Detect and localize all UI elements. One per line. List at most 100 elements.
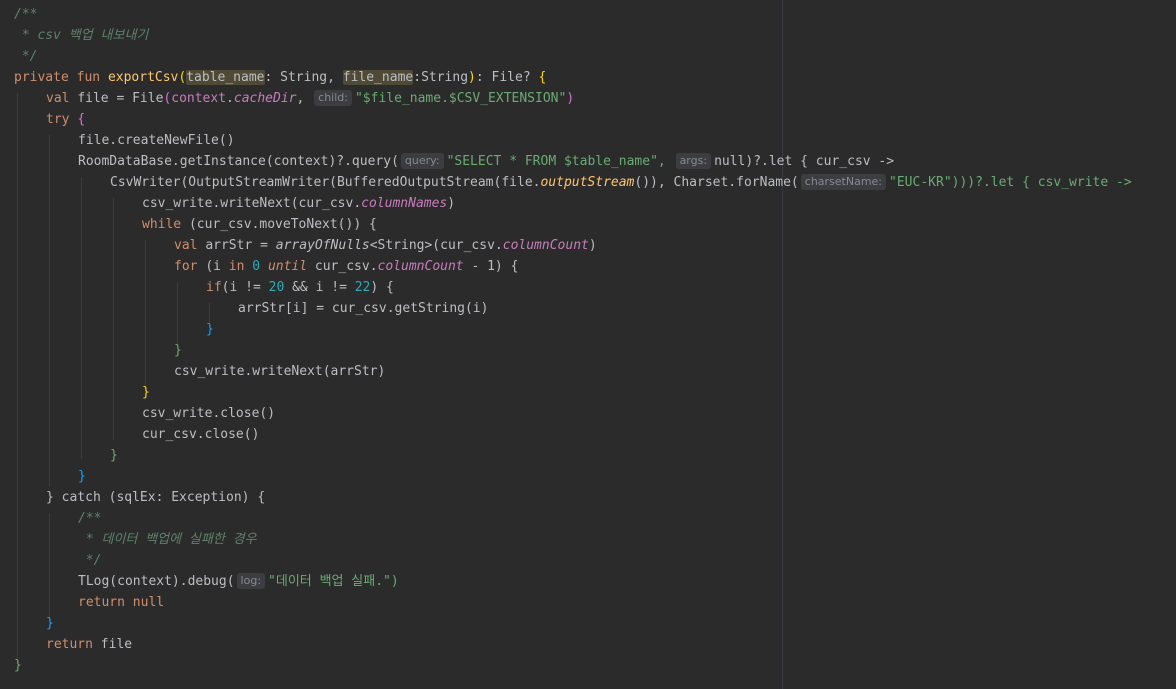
- statement: csv_write.close(): [142, 406, 276, 421]
- function-name: exportCsv: [107, 70, 179, 85]
- identifier: File: [132, 91, 164, 106]
- keyword: val: [46, 91, 70, 106]
- string-literal: "SELECT * FROM $table_name",: [446, 154, 666, 169]
- statement: (cur_csv.moveToNext()) {: [188, 217, 377, 232]
- closing-brace: }: [78, 469, 86, 484]
- doc-comment: /**: [78, 511, 102, 526]
- code-line[interactable]: RoomDataBase.getInstance(context)?.query…: [78, 151, 894, 172]
- code-line[interactable]: }: [14, 655, 22, 676]
- code-line[interactable]: /**: [78, 508, 101, 529]
- statement: csv_write.writeNext(arrStr): [174, 364, 386, 379]
- identifier: file: [100, 637, 133, 652]
- code-line[interactable]: if(i != 20 && i != 22) {: [206, 277, 394, 298]
- string-literal: "데이터 백업 실패."): [268, 574, 399, 589]
- code-line[interactable]: * csv 백업 내보내기: [14, 25, 149, 46]
- code-line[interactable]: CsvWriter(OutputStreamWriter(BufferedOut…: [110, 172, 1132, 193]
- statement: ): [588, 238, 597, 253]
- type: String: [421, 70, 469, 85]
- parameter-hint: args:: [675, 153, 712, 169]
- number-literal: 20: [268, 280, 285, 295]
- code-line[interactable]: } catch (sqlEx: Exception) {: [46, 487, 265, 508]
- code-line[interactable]: return file: [46, 634, 132, 655]
- keyword: if: [206, 280, 222, 295]
- property: cacheDir: [233, 91, 297, 106]
- doc-comment: /**: [14, 7, 38, 22]
- statement: ) {: [370, 280, 394, 295]
- string-literal: "EUC-KR")))?.let { csv_write ->: [889, 175, 1132, 190]
- return-type: File?: [491, 70, 531, 85]
- indent-guide: [17, 93, 18, 663]
- code-editor[interactable]: /** * csv 백업 내보내기 */ private fun exportC…: [0, 0, 1176, 689]
- indent-guide: [81, 177, 82, 459]
- doc-comment: */: [14, 49, 38, 64]
- parameter-hint: query:: [400, 153, 444, 169]
- code-line[interactable]: return null: [78, 592, 164, 613]
- number-literal: 0: [252, 259, 261, 274]
- code-line[interactable]: csv_write.writeNext(arrStr): [174, 361, 385, 382]
- right-margin-guide: [782, 0, 783, 689]
- code-line[interactable]: }: [110, 445, 118, 466]
- parameter-hint: child:: [314, 90, 352, 106]
- code-line[interactable]: }: [78, 466, 86, 487]
- property: columnCount: [502, 238, 589, 253]
- code-line[interactable]: val file = File(context.cacheDir, child:…: [46, 88, 574, 109]
- code-line[interactable]: */: [78, 550, 102, 571]
- keyword: private: [14, 70, 69, 85]
- code-line[interactable]: */: [14, 46, 38, 67]
- function-call: arrayOfNulls: [275, 238, 370, 253]
- parameter: file_name: [342, 70, 414, 85]
- statement: ): [447, 196, 456, 211]
- code-line[interactable]: /**: [14, 4, 37, 25]
- keyword: return: [46, 637, 93, 652]
- code-line[interactable]: csv_write.writeNext(cur_csv.columnNames): [142, 193, 455, 214]
- code-line[interactable]: file.createNewFile(): [78, 130, 235, 151]
- code-line[interactable]: arrStr[i] = cur_csv.getString(i): [238, 298, 488, 319]
- doc-comment: * 데이터 백업에 실패한 경우: [78, 532, 257, 547]
- keyword: try: [46, 112, 70, 127]
- type: String: [280, 70, 328, 85]
- code-line[interactable]: csv_write.close(): [142, 403, 275, 424]
- property: outputStream: [540, 175, 635, 190]
- parameter-hint: log:: [236, 573, 266, 589]
- statement: TLog(context).debug(: [78, 574, 235, 589]
- keyword: until: [267, 259, 308, 274]
- code-line[interactable]: TLog(context).debug(log: "데이터 백업 실패."): [78, 571, 399, 592]
- closing-brace: }: [142, 385, 150, 400]
- indent-guide: [177, 282, 178, 345]
- number-literal: 22: [354, 280, 371, 295]
- closing-brace: }: [206, 322, 214, 337]
- statement: <String>(cur_csv.: [369, 238, 503, 253]
- code-line[interactable]: private fun exportCsv(table_name: String…: [14, 67, 546, 88]
- code-line[interactable]: }: [46, 613, 54, 634]
- property: columnCount: [377, 259, 464, 274]
- code-line[interactable]: * 데이터 백업에 실패한 경우: [78, 529, 257, 550]
- statement: arrStr[i] = cur_csv.getString(i): [238, 301, 489, 316]
- statement: (i: [205, 259, 221, 274]
- keyword: return: [78, 595, 125, 610]
- statement: cur_csv.close(): [142, 427, 260, 442]
- keyword: for: [174, 259, 198, 274]
- code-line[interactable]: for (i in 0 until cur_csv.columnCount - …: [174, 256, 518, 277]
- statement: file.createNewFile(): [78, 133, 235, 148]
- statement: null)?.let { cur_csv ->: [714, 154, 895, 169]
- parameter-hint: charsetName:: [800, 174, 887, 190]
- statement: (i !=: [221, 280, 269, 295]
- doc-comment: */: [78, 553, 102, 568]
- string-literal: "$file_name.$CSV_EXTENSION": [354, 91, 567, 106]
- indent-guide: [113, 198, 114, 440]
- statement: && i !=: [292, 280, 355, 295]
- closing-brace: }: [46, 616, 54, 631]
- code-line[interactable]: }: [142, 382, 150, 403]
- closing-brace: }: [110, 448, 118, 463]
- code-line[interactable]: try {: [46, 109, 85, 130]
- code-line[interactable]: }: [206, 319, 214, 340]
- doc-comment: * csv 백업 내보내기: [14, 28, 149, 43]
- code-line[interactable]: while (cur_csv.moveToNext()) {: [142, 214, 377, 235]
- indent-guide: [49, 513, 50, 618]
- closing-brace: }: [14, 658, 22, 673]
- keyword: while: [142, 217, 182, 232]
- code-line[interactable]: val arrStr = arrayOfNulls<String>(cur_cs…: [174, 235, 597, 256]
- property: columnNames: [361, 196, 448, 211]
- code-line[interactable]: }: [174, 340, 182, 361]
- code-line[interactable]: cur_csv.close(): [142, 424, 259, 445]
